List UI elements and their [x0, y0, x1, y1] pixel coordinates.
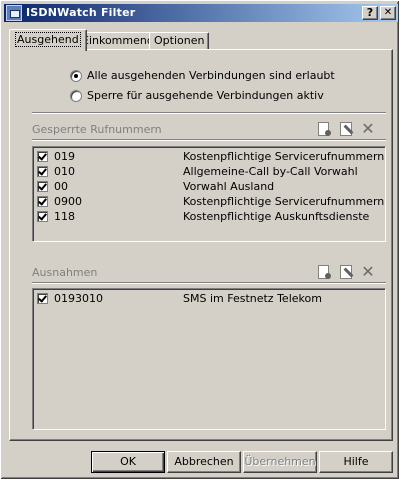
number-description: Kostenpflichtige Auskunftsdienste	[183, 210, 370, 223]
exceptions-list[interactable]: 0193010 SMS im Festnetz Telekom	[32, 288, 386, 430]
enabled-checkbox[interactable]	[37, 166, 48, 177]
exceptions-label: Ausnahmen	[32, 266, 98, 279]
radio-label: Alle ausgehenden Verbindungen sind erlau…	[87, 69, 335, 82]
divider	[32, 282, 386, 284]
apply-button[interactable]: Übernehmen	[243, 451, 317, 473]
list-item[interactable]: 00 Vorwahl Ausland	[37, 180, 377, 195]
number-description: Vorwahl Ausland	[183, 180, 275, 193]
blocked-numbers-label: Gesperrte Rufnummern	[32, 123, 162, 136]
enabled-checkbox[interactable]	[37, 151, 48, 162]
list-item[interactable]: 118 Kostenpflichtige Auskunftsdienste	[37, 210, 377, 225]
number-description: Kostenpflichtige Servicerufnummern	[183, 195, 385, 208]
number-description: SMS im Festnetz Telekom	[183, 292, 322, 305]
blocked-numbers-list[interactable]: 019 Kostenpflichtige Servicerufnummern 0…	[32, 146, 386, 242]
list-item[interactable]: 0193010 SMS im Festnetz Telekom	[37, 292, 377, 307]
number-code: 010	[54, 165, 75, 178]
tab-panel-ausgehend: Alle ausgehenden Verbindungen sind erlau…	[9, 49, 393, 441]
tab-einkommend[interactable]: Einkommend	[77, 32, 159, 50]
enabled-checkbox[interactable]	[37, 293, 48, 304]
enabled-checkbox[interactable]	[37, 181, 48, 192]
tab-ausgehend[interactable]: Ausgehend	[9, 29, 87, 51]
delete-item-icon[interactable]: ✕	[360, 121, 376, 137]
close-button[interactable]: ✕	[380, 6, 396, 20]
help-title-button[interactable]: ?	[362, 6, 378, 20]
help-button[interactable]: Hilfe	[319, 451, 393, 473]
number-code: 00	[54, 180, 68, 193]
window-title: ISDNWatch Filter	[26, 6, 136, 19]
enabled-checkbox[interactable]	[37, 196, 48, 207]
divider	[32, 139, 386, 141]
filter-dialog: ISDNWatch Filter ? ✕ Ausgehend Einkommen…	[0, 0, 400, 480]
list-item[interactable]: 0900 Kostenpflichtige Servicerufnummern	[37, 195, 384, 210]
edit-item-icon[interactable]	[338, 121, 354, 137]
number-description: Allgemeine-Call by-Call Vorwahl	[183, 165, 358, 178]
list-item[interactable]: 010 Allgemeine-Call by-Call Vorwahl	[37, 165, 377, 180]
ok-button[interactable]: OK	[91, 451, 165, 473]
cancel-button[interactable]: Abbrechen	[167, 451, 241, 473]
radio-button[interactable]	[70, 90, 82, 102]
number-description: Kostenpflichtige Servicerufnummern	[183, 150, 385, 163]
new-item-icon[interactable]	[316, 264, 332, 280]
delete-item-icon[interactable]: ✕	[360, 264, 376, 280]
divider	[32, 112, 386, 114]
new-item-icon[interactable]	[316, 121, 332, 137]
tab-optionen[interactable]: Optionen	[149, 32, 210, 50]
number-code: 0193010	[54, 292, 103, 305]
number-code: 118	[54, 210, 75, 223]
number-code: 019	[54, 150, 75, 163]
tab-label: Ausgehend	[15, 32, 81, 47]
app-icon	[6, 5, 22, 21]
enabled-checkbox[interactable]	[37, 211, 48, 222]
edit-item-icon[interactable]	[338, 264, 354, 280]
number-code: 0900	[54, 195, 82, 208]
title-bar[interactable]: ISDNWatch Filter ? ✕	[4, 4, 398, 22]
radio-label: Sperre für ausgehende Verbindungen aktiv	[87, 89, 324, 102]
radio-button[interactable]	[70, 70, 82, 82]
list-item[interactable]: 019 Kostenpflichtige Servicerufnummern	[37, 150, 384, 165]
